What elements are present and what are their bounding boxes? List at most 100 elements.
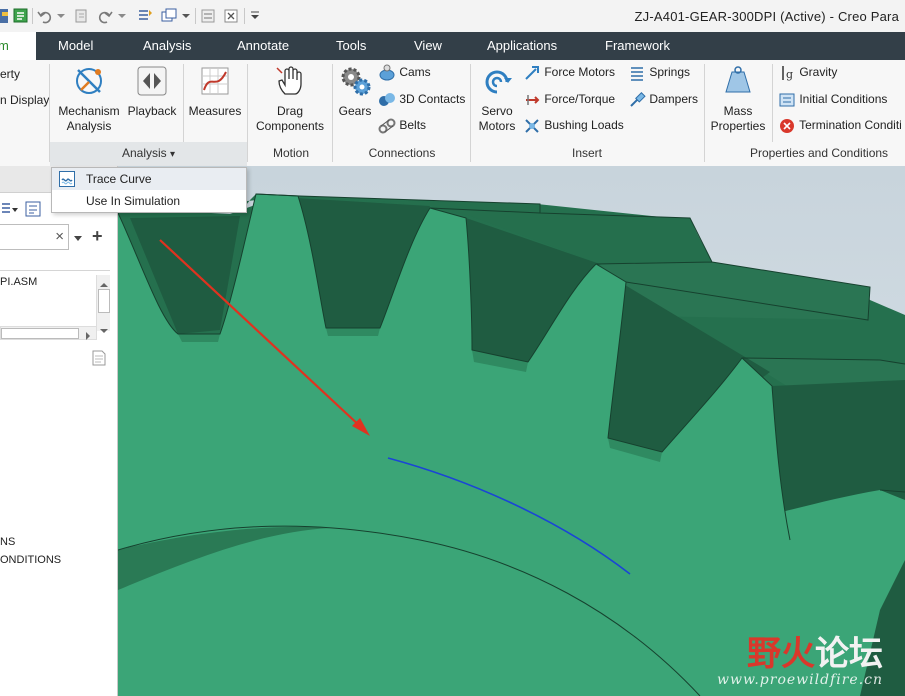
regenerate-model-icon[interactable] [136,6,154,26]
close-window-icon[interactable] [222,6,240,26]
tree-item-conditions[interactable]: ONDITIONS [0,554,61,566]
search-dropdown-icon[interactable] [73,232,83,246]
clear-search-icon[interactable]: × [55,228,64,245]
tab-model[interactable]: Model [58,32,93,60]
windows-dropdown-icon[interactable] [181,6,191,26]
belts-label: Belts [399,118,427,133]
tree-horizontal-scrollbar[interactable] [0,326,97,340]
tab-annotate[interactable]: Annotate [237,32,289,60]
tree-settings-icon[interactable] [0,200,20,221]
mechanism-analysis-button[interactable]: Mechanism Analysis [55,64,123,134]
graphics-viewport[interactable]: 野火论坛 www.proewildfire.cn [118,166,905,696]
analysis-group-label[interactable]: Analysis ▾ [122,146,175,160]
tab-mechanism[interactable]: m [0,32,36,60]
initial-conditions-icon [779,93,795,107]
measures-button[interactable]: Measures [187,64,243,119]
undo-dropdown-icon[interactable] [56,6,66,26]
gravity-button[interactable]: g Gravity [778,64,837,82]
toolbar-separator [244,8,245,24]
gears-label: Gears [338,104,372,118]
belts-button[interactable]: Belts [378,117,426,135]
undo-icon[interactable] [36,6,54,26]
mass-properties-label: Mass Properties [710,104,766,133]
3d-contacts-label: 3D Contacts [399,92,466,107]
inner-separator [183,64,184,142]
bushing-loads-button[interactable]: Bushing Loads [523,117,624,135]
mechanism-analysis-label: Mechanism Analysis [58,104,120,133]
3d-contacts-button[interactable]: 3D Contacts [378,91,465,109]
drag-components-button[interactable]: Drag Components [252,64,328,134]
tab-applications[interactable]: Applications [487,32,557,60]
tab-framework[interactable]: Framework [605,32,670,60]
gear-icon [341,67,371,96]
tab-tools[interactable]: Tools [336,32,366,60]
tree-root-item[interactable]: PI.ASM [0,276,37,288]
group-separator [704,64,705,162]
regenerate-icon[interactable] [73,6,91,26]
properties-group-label: Properties and Conditions [749,146,889,160]
menu-item-trace-curve[interactable]: Trace Curve [52,168,246,190]
search-input[interactable]: × [0,224,69,250]
tree-filter-icon[interactable] [24,200,42,221]
termination-conditions-button[interactable]: Termination Conditi [778,117,902,135]
force-motors-button[interactable]: Force Motors [523,64,615,82]
add-icon[interactable]: + [92,226,103,247]
gravity-icon: g [782,66,793,81]
3d-contacts-icon [379,93,395,106]
dampers-button[interactable]: Dampers [628,91,698,109]
window-title: ZJ-A401-GEAR-300DPI (Active) - Creo Para [634,9,899,24]
cams-button[interactable]: Cams [378,64,431,82]
trace-curve-icon [59,171,75,190]
initial-conditions-button[interactable]: Initial Conditions [778,91,887,109]
scroll-right-icon[interactable] [85,329,91,343]
menu-item-use-in-simulation[interactable]: Use In Simulation [52,190,246,212]
ribbon-item-display[interactable]: n Display [0,93,49,107]
notes-icon[interactable] [92,350,106,369]
redo-icon[interactable] [96,6,114,26]
trace-curve-label: Trace Curve [86,172,152,186]
playback-label: Playback [127,104,177,118]
model-tree-panel: × + PI.ASM NS ONDITIONS [0,166,118,696]
damper-icon [630,92,646,107]
scroll-down-icon[interactable] [100,323,108,337]
title-bar: ZJ-A401-GEAR-300DPI (Active) - Creo Para [0,0,905,33]
stop-icon [780,119,794,133]
motion-group-label: Motion [272,146,310,160]
force-motor-icon [525,66,539,80]
scroll-thumb[interactable] [98,289,110,313]
mass-properties-button[interactable]: Mass Properties [708,64,768,134]
initial-conditions-label: Initial Conditions [799,92,888,107]
app-icon[interactable] [0,6,10,26]
gears-button[interactable]: Gears [336,64,374,119]
termination-conditions-label: Termination Conditi [799,118,902,133]
options-icon[interactable] [199,6,217,26]
tab-analysis[interactable]: Analysis [143,32,191,60]
scroll-thumb-horizontal[interactable] [1,328,79,339]
tree-item-motions[interactable]: NS [0,536,15,548]
analysis-group-text: Analysis [122,146,167,160]
servo-motor-icon [485,70,512,94]
group-separator [247,64,248,162]
playback-button[interactable]: Playback [126,64,178,119]
measures-label: Measures [188,104,242,118]
windows-icon[interactable] [160,6,178,26]
ribbon-item-property[interactable]: erty [0,67,20,81]
group-separator [332,64,333,162]
force-torque-button[interactable]: Force/Torque [523,91,615,109]
watermark-logo: 野火论坛 [747,634,883,674]
redo-dropdown-icon[interactable] [117,6,127,26]
window-icon[interactable] [12,6,30,26]
hand-drag-icon [276,66,302,95]
customize-toolbar-icon[interactable] [248,6,262,26]
chevron-down-icon: ▾ [170,149,176,160]
springs-label: Springs [649,65,691,80]
watermark-url: www.proewildfire.cn [717,672,883,688]
tab-view[interactable]: View [414,32,442,60]
playback-icon [137,66,167,96]
dampers-label: Dampers [649,92,699,107]
servo-motors-button[interactable]: Servo Motors [474,64,520,134]
gear-model [118,193,905,696]
spring-icon [631,67,643,81]
tree-vertical-scrollbar[interactable] [96,275,110,333]
springs-button[interactable]: Springs [628,64,690,82]
